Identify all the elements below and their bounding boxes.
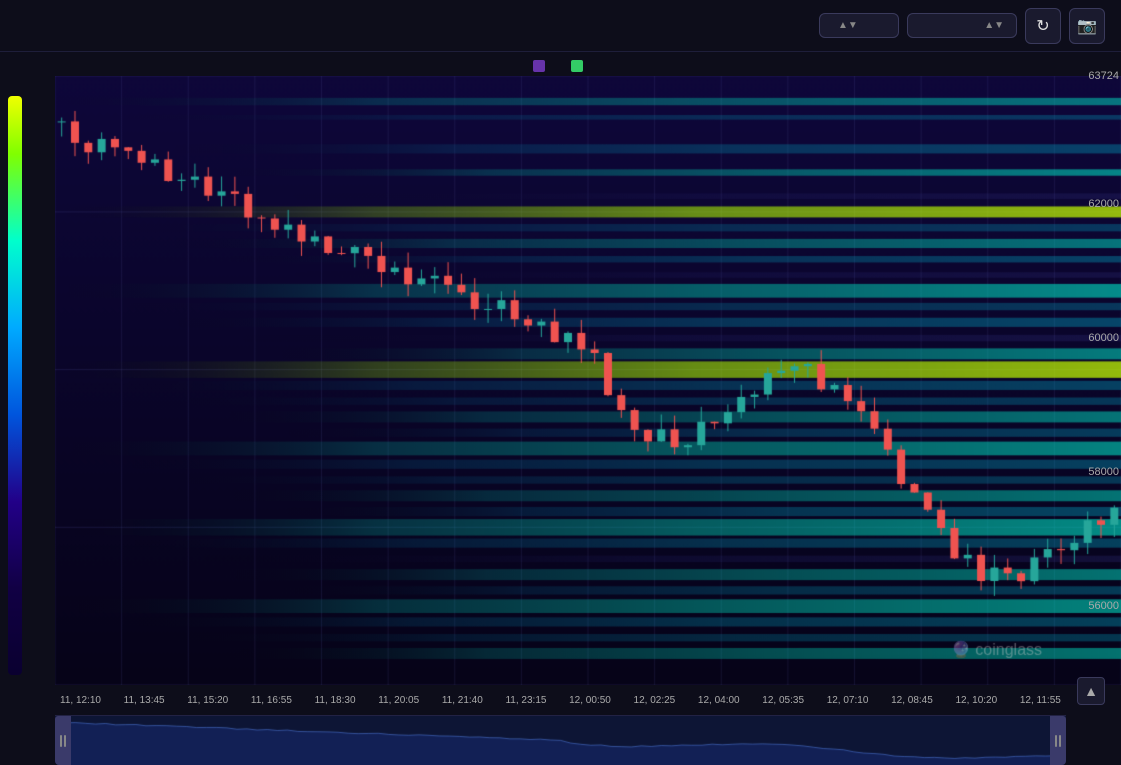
minimap[interactable] [55,715,1066,765]
x-label: 12, 02:25 [634,695,676,706]
screenshot-button[interactable]: 📷 [1069,8,1105,44]
price-60000: 60000 [1088,332,1119,344]
x-label: 12, 04:00 [698,695,740,706]
price-58000: 58000 [1088,466,1119,478]
price-56000: 56000 [1088,600,1119,612]
legend [0,52,1121,76]
chart-container: 63724 62000 60000 58000 56000 11, 12:101… [0,76,1121,715]
x-label: 11, 15:20 [187,695,228,706]
legend-item-liquidation [533,60,551,72]
price-63724: 63724 [1088,70,1119,82]
x-label: 12, 11:55 [1020,695,1061,706]
asset-selector[interactable]: ▲▼ [819,13,899,38]
handle-line [60,735,62,747]
legend-dot-liquidation [533,60,545,72]
camera-icon: 📷 [1077,16,1097,36]
header: ▲▼ ▲▼ ↻ 📷 [0,0,1121,52]
time-selector[interactable]: ▲▼ [907,13,1017,38]
price-62000: 62000 [1088,198,1119,210]
legend-item-supercharts [571,60,589,72]
handle-line [1059,735,1061,747]
x-label: 11, 20:05 [378,695,419,706]
x-label: 12, 08:45 [891,695,933,706]
x-label: 11, 12:10 [60,695,101,706]
y-axis-right: 63724 62000 60000 58000 56000 [1066,76,1121,685]
controls: ▲▼ ▲▼ ↻ 📷 [819,8,1105,44]
x-label: 12, 10:20 [955,695,997,706]
main-chart [55,76,1121,685]
scroll-to-top-button[interactable]: ▲ [1077,677,1105,705]
minimap-canvas [55,716,1066,765]
color-scale-bar [8,96,22,675]
chevron-up-icon: ▲ [1084,683,1098,699]
x-label: 11, 23:15 [505,695,546,706]
time-dropdown-arrow: ▲▼ [984,20,1004,31]
x-label: 11, 13:45 [124,695,165,706]
x-label: 12, 00:50 [569,695,611,706]
handle-lines-left [60,735,66,747]
refresh-icon: ↻ [1036,16,1049,36]
handle-line [64,735,66,747]
x-axis: 11, 12:10 11, 13:45 11, 15:20 11, 16:55 11, … [55,685,1066,715]
refresh-button[interactable]: ↻ [1025,8,1061,44]
minimap-left-handle[interactable] [55,716,71,765]
x-label: 11, 21:40 [442,695,483,706]
x-label: 11, 18:30 [315,695,356,706]
chart-area: 63724 62000 60000 58000 56000 11, 12:101… [0,52,1121,765]
handle-lines-right [1055,735,1061,747]
legend-dot-supercharts [571,60,583,72]
x-label: 11, 16:55 [251,695,292,706]
x-label: 12, 07:10 [827,695,869,706]
handle-line [1055,735,1057,747]
minimap-right-handle[interactable] [1050,716,1066,765]
asset-dropdown-arrow: ▲▼ [838,20,858,31]
x-label: 12, 05:35 [762,695,804,706]
heatmap-canvas [55,76,1121,685]
